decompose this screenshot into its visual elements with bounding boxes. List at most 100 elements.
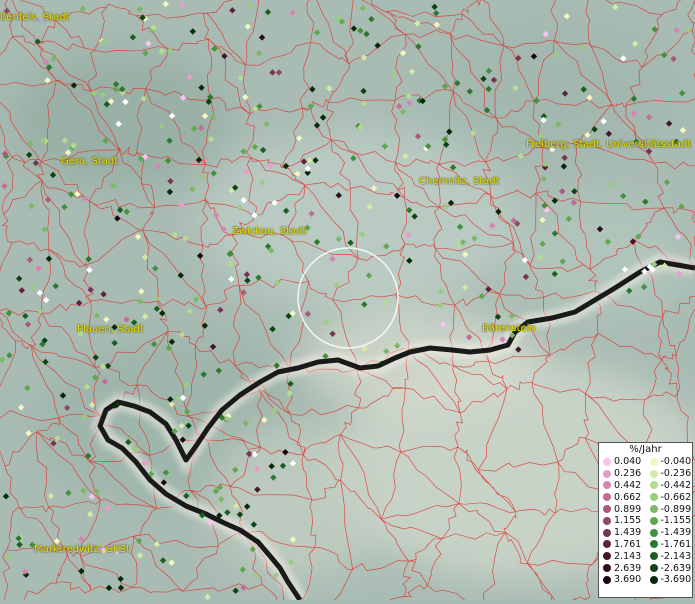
measurement-point <box>399 108 407 115</box>
legend-color-dot <box>603 552 611 561</box>
measurement-point <box>360 87 367 95</box>
measurement-point <box>141 254 149 261</box>
measurement-point <box>79 5 87 13</box>
measurement-point <box>269 325 276 333</box>
measurement-point <box>24 384 31 392</box>
measurement-point <box>309 86 316 93</box>
legend-color-dot <box>603 505 611 514</box>
measurement-point <box>620 192 627 200</box>
measurement-point <box>37 307 44 315</box>
measurement-point <box>168 559 175 566</box>
legend-positive-row: 0.899 <box>599 503 646 515</box>
measurement-point <box>116 206 124 214</box>
legend-value: -1.155 <box>660 515 692 527</box>
legend-color-dot <box>649 481 658 490</box>
measurement-point <box>192 296 200 303</box>
legend-color-dot <box>603 493 611 502</box>
measurement-point <box>42 358 49 366</box>
measurement-point <box>93 312 101 319</box>
legend-negative-row: -0.040 <box>646 456 693 468</box>
legend-positive-row: 0.040 <box>599 456 646 468</box>
legend-value: -0.442 <box>660 479 692 491</box>
legend-value: 1.439 <box>614 527 642 539</box>
measurement-point <box>18 287 26 294</box>
measurement-point <box>80 487 87 495</box>
measurement-point <box>609 181 616 188</box>
measurement-point <box>162 0 169 8</box>
legend-color-dot <box>649 564 658 573</box>
measurement-point <box>186 307 194 315</box>
measurement-point <box>138 288 145 295</box>
measurement-point <box>28 202 35 210</box>
legend-negative-column: -0.040 -0.236 -0.442 -0.662 -0.899 -1.155 -1.4… <box>646 456 693 586</box>
measurement-point <box>196 252 204 260</box>
measurement-point <box>26 256 34 263</box>
legend-value: 0.899 <box>614 503 642 515</box>
measurement-point <box>16 541 23 548</box>
measurement-point <box>313 122 321 129</box>
measurement-point <box>255 50 263 57</box>
legend-value: -2.143 <box>660 550 692 562</box>
measurement-point <box>323 319 330 326</box>
measurement-point <box>275 69 283 76</box>
measurement-point <box>350 25 358 32</box>
legend-value: -0.662 <box>660 491 692 503</box>
measurement-point <box>390 71 397 78</box>
measurement-point <box>42 58 49 66</box>
legend-title: %/Jahr <box>629 444 662 455</box>
measurement-point <box>52 282 59 290</box>
measurement-point <box>405 92 413 100</box>
legend-value: -1.439 <box>660 527 692 539</box>
measurement-point <box>670 55 677 63</box>
map-canvas[interactable] <box>0 0 695 604</box>
legend-value: 0.236 <box>614 468 642 480</box>
measurement-point <box>437 302 444 309</box>
measurement-point <box>663 179 671 186</box>
legend-color-dot <box>649 516 658 525</box>
measurement-point <box>179 1 186 9</box>
measurement-point <box>86 266 93 274</box>
legend-color-dot <box>603 469 611 478</box>
legend-color-dot <box>649 493 658 502</box>
measurement-point <box>313 29 321 36</box>
measurement-point <box>414 20 421 27</box>
measurement-point <box>326 85 333 92</box>
measurement-point <box>24 321 32 328</box>
legend-value: 2.639 <box>614 562 642 574</box>
legend-negative-row: -2.639 <box>646 562 693 574</box>
city-label-baerenstein: Bärenstein <box>482 323 536 334</box>
measurement-point <box>45 255 53 262</box>
legend-positive-column: 0.040 0.236 0.442 0.662 0.899 1.155 1.439 1.761… <box>599 456 646 586</box>
measurement-point <box>87 511 94 518</box>
measurement-point <box>152 265 159 272</box>
measurement-point <box>368 15 375 23</box>
measurement-point <box>408 68 416 75</box>
measurement-point <box>123 208 130 215</box>
measurement-point <box>360 100 368 107</box>
measurement-point <box>29 284 37 291</box>
measurement-point <box>100 291 107 298</box>
measurement-point <box>363 30 370 38</box>
legend-color-dot <box>649 575 658 584</box>
measurement-point <box>77 535 85 543</box>
measurement-point <box>67 191 75 198</box>
measurement-point <box>201 322 209 329</box>
measurement-point <box>44 196 52 203</box>
legend-negative-row: -1.439 <box>646 527 693 539</box>
measurement-point <box>35 265 42 272</box>
measurement-point <box>433 21 440 28</box>
measurement-point <box>374 42 381 49</box>
measurement-point <box>252 572 260 579</box>
measurement-point <box>153 305 161 312</box>
legend-color-dot <box>649 528 658 537</box>
measurement-point <box>247 1 254 9</box>
measurement-point <box>415 43 422 50</box>
measurement-point <box>558 188 566 195</box>
map-view[interactable]: ßenfels, Stadt Gera, Stadt Chemnitz, Sta… <box>0 0 695 604</box>
measurement-point <box>136 298 144 305</box>
legend-value: -0.899 <box>660 503 692 515</box>
measurement-point <box>228 275 235 283</box>
legend-positive-row: 0.236 <box>599 468 646 480</box>
measurement-point <box>103 316 110 323</box>
measurement-point <box>357 27 364 34</box>
